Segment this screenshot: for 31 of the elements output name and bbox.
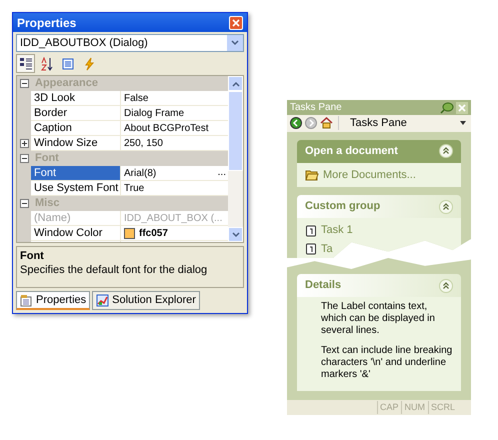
status-indicator: SCRL [428,400,457,414]
tab[interactable]: Properties [16,291,90,310]
property-name[interactable]: Use System Font [31,181,121,196]
property-name[interactable]: Border [31,106,121,121]
group-title: Open a document [305,144,398,159]
property-value[interactable]: Arial(8) [124,166,216,180]
property-name[interactable]: 3D Look [31,91,121,106]
group-header[interactable]: Details [297,274,461,297]
description-title: Font [20,249,45,263]
property-name[interactable]: Font [31,166,121,181]
pane-title: Tasks Pane [290,101,342,115]
browse-button[interactable]: ... [216,168,228,178]
description-text: Specifies the default font for the dialog [20,263,208,277]
category-name: Font [35,151,59,166]
pane-selector[interactable]: Tasks Pane [344,115,468,132]
window-title: Properties [17,14,76,32]
category-name: Misc [35,196,60,212]
group-title: Custom group [305,199,380,214]
object-selector[interactable]: IDD_ABOUTBOX (Dialog) [16,34,244,52]
group-title: Details [305,278,342,294]
tab[interactable]: Solution Explorer [92,291,200,310]
group-header[interactable]: Custom group [297,195,461,218]
property-name[interactable]: Caption [31,121,121,136]
property-name[interactable]: Window Color [31,226,121,241]
status-indicator: CAP [376,400,400,414]
selector-value: IDD_ABOUTBOX (Dialog) [20,36,148,51]
status-indicator: NUM [401,400,427,414]
details-text: Text can include line breaking characters '\n' and underline markers '&' [321,345,453,381]
category-name: Appearance [35,76,98,92]
details-text: The Label contains text, which can be displayed in several lines. [321,301,436,337]
property-name[interactable]: Window Size [31,136,121,151]
